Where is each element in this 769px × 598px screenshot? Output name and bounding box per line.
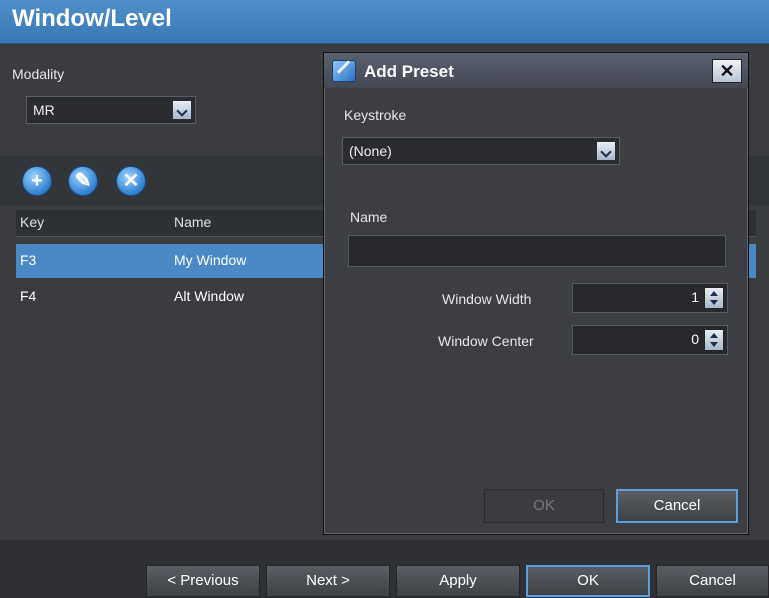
chevron-down-icon[interactable] — [172, 100, 192, 120]
row-name: My Window — [174, 252, 247, 268]
chevron-down-icon[interactable] — [596, 141, 616, 161]
name-input[interactable] — [348, 235, 726, 267]
previous-button[interactable]: < Previous — [146, 565, 260, 597]
x-icon[interactable]: ✕ — [116, 166, 146, 196]
window-center-label: Window Center — [438, 333, 534, 349]
window-width-label: Window Width — [442, 291, 532, 307]
window-center-stepper[interactable]: 0 — [572, 325, 728, 355]
row-name: Alt Window — [174, 288, 245, 304]
dialog-cancel-button[interactable]: Cancel — [616, 489, 738, 523]
close-icon[interactable]: ✕ — [712, 59, 742, 83]
page-header: Window/Level — [0, 0, 769, 44]
preset-icon — [332, 60, 356, 82]
column-name: Name — [174, 214, 212, 230]
column-key: Key — [20, 214, 45, 230]
cancel-button[interactable]: Cancel — [656, 565, 769, 597]
page-title: Window/Level — [12, 5, 172, 32]
row-key: F4 — [20, 288, 37, 304]
keystroke-value: (None) — [349, 143, 392, 159]
dialog-title: Add Preset — [364, 62, 454, 81]
keystroke-label: Keystroke — [344, 107, 407, 123]
modality-select[interactable]: MR — [26, 96, 196, 124]
ok-button[interactable]: OK — [526, 565, 650, 597]
dialog-ok-button[interactable]: OK — [484, 489, 604, 523]
window-width-stepper[interactable]: 1 — [572, 283, 728, 313]
spinner-icon[interactable] — [704, 287, 724, 309]
footer-bar: < Previous Next > Apply OK Cancel — [0, 540, 769, 598]
modality-value: MR — [33, 102, 55, 118]
modality-label: Modality — [12, 66, 65, 82]
row-key: F3 — [20, 252, 37, 268]
window-center-value: 0 — [691, 331, 699, 347]
pencil-icon[interactable]: ✎ — [68, 166, 98, 196]
dialog-titlebar[interactable]: Add Preset ✕ — [324, 53, 748, 88]
keystroke-select[interactable]: (None) — [342, 137, 620, 165]
apply-button[interactable]: Apply — [396, 565, 520, 597]
add-preset-dialog: Add Preset ✕ Keystroke (None) Name Windo… — [323, 52, 749, 535]
spinner-icon[interactable] — [704, 329, 724, 351]
name-label: Name — [350, 209, 388, 225]
plus-icon[interactable]: + — [22, 166, 52, 196]
next-button[interactable]: Next > — [266, 565, 390, 597]
window-width-value: 1 — [691, 289, 699, 305]
